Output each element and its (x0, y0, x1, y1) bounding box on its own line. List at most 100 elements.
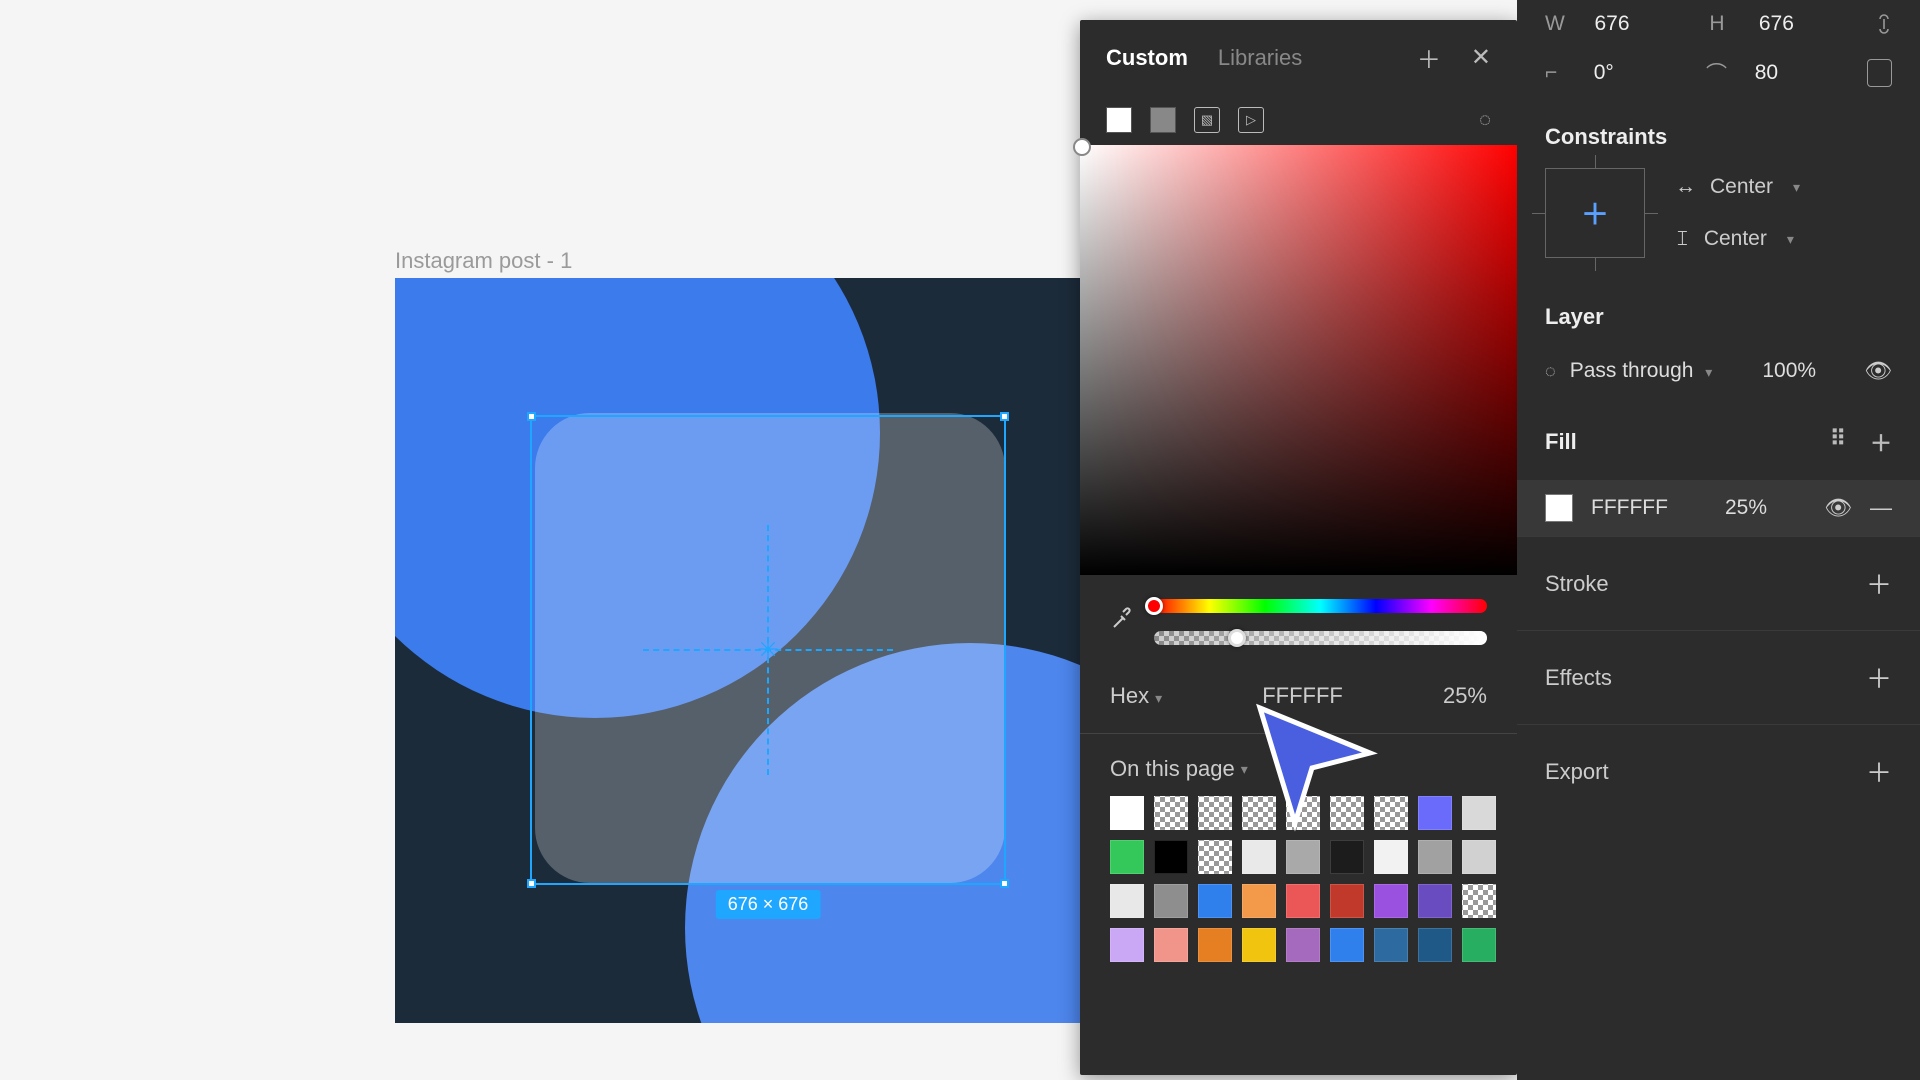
color-field[interactable] (1080, 145, 1517, 575)
color-swatch[interactable] (1286, 840, 1320, 874)
color-swatch[interactable] (1374, 928, 1408, 962)
video-fill-button[interactable]: ▷ (1238, 107, 1264, 133)
color-swatch[interactable] (1154, 840, 1188, 874)
alpha-slider[interactable] (1154, 631, 1487, 645)
color-swatch[interactable] (1242, 796, 1276, 830)
chevron-down-icon: ▾ (1705, 364, 1712, 380)
color-mode-dropdown[interactable]: Hex▾ (1110, 683, 1162, 709)
corner-radius-input[interactable]: 80 (1755, 61, 1843, 85)
link-dimensions-icon[interactable] (1874, 10, 1892, 38)
color-picker-panel: Custom Libraries ＋ ✕ ▧ ▷ ◌ Hex▾ FFFFFF 2… (1080, 20, 1517, 1075)
color-swatch[interactable] (1198, 884, 1232, 918)
color-swatch[interactable] (1110, 796, 1144, 830)
frame-label: Instagram post - 1 (395, 248, 572, 274)
color-swatch[interactable] (1110, 884, 1144, 918)
opacity-input[interactable]: 25% (1443, 683, 1487, 709)
layer-title: Layer (1517, 278, 1920, 348)
hue-thumb[interactable] (1145, 597, 1163, 615)
resize-handle-bl[interactable] (527, 879, 536, 888)
color-swatch[interactable] (1418, 796, 1452, 830)
slider-row (1080, 575, 1517, 669)
color-swatch[interactable] (1374, 840, 1408, 874)
hex-value-input[interactable]: FFFFFF (1262, 683, 1343, 709)
resize-handle-tr[interactable] (1000, 412, 1009, 421)
color-swatch[interactable] (1110, 840, 1144, 874)
blend-drop-icon: ◌ (1545, 361, 1556, 382)
width-input[interactable]: 676 (1594, 12, 1685, 36)
color-swatch[interactable] (1418, 840, 1452, 874)
color-swatch[interactable] (1198, 796, 1232, 830)
color-swatch[interactable] (1374, 796, 1408, 830)
tab-libraries[interactable]: Libraries (1218, 45, 1302, 71)
alpha-thumb[interactable] (1228, 629, 1246, 647)
color-swatch[interactable] (1462, 840, 1496, 874)
size-row: W 676 H 676 (1517, 0, 1920, 48)
independent-corners-button[interactable] (1867, 59, 1892, 87)
add-fill-button[interactable]: ＋ (1870, 426, 1892, 458)
color-swatch[interactable] (1242, 840, 1276, 874)
fill-visibility-icon[interactable]: 👁 (1824, 495, 1852, 521)
color-swatch[interactable] (1462, 928, 1496, 962)
add-color-style-button[interactable]: ＋ (1417, 40, 1441, 75)
effects-section[interactable]: Effects＋ (1517, 630, 1920, 724)
hue-slider[interactable] (1154, 599, 1487, 613)
color-swatch[interactable] (1154, 884, 1188, 918)
gradient-fill-button[interactable] (1150, 107, 1176, 133)
fill-hex-input[interactable]: FFFFFF (1591, 496, 1668, 520)
color-swatch[interactable] (1110, 928, 1144, 962)
eyedropper-icon[interactable] (1110, 607, 1134, 638)
close-panel-button[interactable]: ✕ (1471, 43, 1491, 72)
rotation-icon: ⌐ (1545, 61, 1570, 85)
color-swatch[interactable] (1154, 796, 1188, 830)
export-section[interactable]: Export＋ (1517, 724, 1920, 818)
color-swatch[interactable] (1154, 928, 1188, 962)
add-effect-button[interactable]: ＋ (1866, 659, 1892, 696)
color-swatch[interactable] (1418, 884, 1452, 918)
stroke-section[interactable]: Stroke＋ (1517, 536, 1920, 630)
fill-opacity-input[interactable]: 25% (1725, 496, 1767, 520)
color-swatch[interactable] (1242, 928, 1276, 962)
resize-handle-br[interactable] (1000, 879, 1009, 888)
remove-fill-button[interactable]: — (1870, 495, 1892, 521)
design-canvas[interactable]: Instagram post - 1 ✳ 676 × 676 (0, 0, 1133, 1080)
vertical-constraint-dropdown[interactable]: 𝙸 Center ▾ (1675, 227, 1800, 251)
chevron-down-icon: ▾ (1787, 231, 1794, 248)
solid-fill-button[interactable] (1106, 107, 1132, 133)
visibility-toggle-icon[interactable]: 👁 (1864, 358, 1892, 384)
layer-opacity-input[interactable]: 100% (1762, 359, 1816, 383)
add-export-button[interactable]: ＋ (1866, 753, 1892, 790)
color-swatch[interactable] (1286, 796, 1320, 830)
resize-handle-tl[interactable] (527, 412, 536, 421)
image-fill-button[interactable]: ▧ (1194, 107, 1220, 133)
document-colors-dropdown[interactable]: On this page▾ (1080, 734, 1517, 796)
color-swatch[interactable] (1242, 884, 1276, 918)
color-swatch[interactable] (1462, 884, 1496, 918)
fill-swatch[interactable] (1545, 494, 1573, 522)
color-swatch[interactable] (1198, 840, 1232, 874)
color-swatch[interactable] (1330, 928, 1364, 962)
fill-type-row: ▧ ▷ ◌ (1080, 95, 1517, 145)
color-swatch[interactable] (1286, 884, 1320, 918)
color-swatch[interactable] (1198, 928, 1232, 962)
fill-item-row[interactable]: FFFFFF 25% 👁 — (1517, 480, 1920, 536)
center-crosshair-icon: ✳ (757, 635, 779, 666)
color-swatch[interactable] (1330, 840, 1364, 874)
tab-custom[interactable]: Custom (1106, 45, 1188, 71)
horizontal-constraint-dropdown[interactable]: ↔ Center ▾ (1675, 175, 1800, 199)
blend-mode-icon[interactable]: ◌ (1479, 109, 1491, 132)
color-field-handle[interactable] (1073, 138, 1091, 156)
add-stroke-button[interactable]: ＋ (1866, 565, 1892, 602)
color-swatch[interactable] (1374, 884, 1408, 918)
blend-mode-dropdown[interactable]: Pass through ▾ (1570, 359, 1713, 383)
transform-row: ⌐ 0° ⌒ 80 (1517, 48, 1920, 98)
color-swatch[interactable] (1418, 928, 1452, 962)
height-input[interactable]: 676 (1759, 12, 1850, 36)
constraints-title: Constraints (1517, 98, 1920, 168)
color-swatch[interactable] (1330, 884, 1364, 918)
color-swatch[interactable] (1462, 796, 1496, 830)
constraints-visualizer[interactable]: ＋ (1545, 168, 1645, 258)
rotation-input[interactable]: 0° (1594, 61, 1682, 85)
color-swatch[interactable] (1286, 928, 1320, 962)
fill-styles-icon[interactable]: ⠿ (1830, 426, 1846, 458)
color-swatch[interactable] (1330, 796, 1364, 830)
